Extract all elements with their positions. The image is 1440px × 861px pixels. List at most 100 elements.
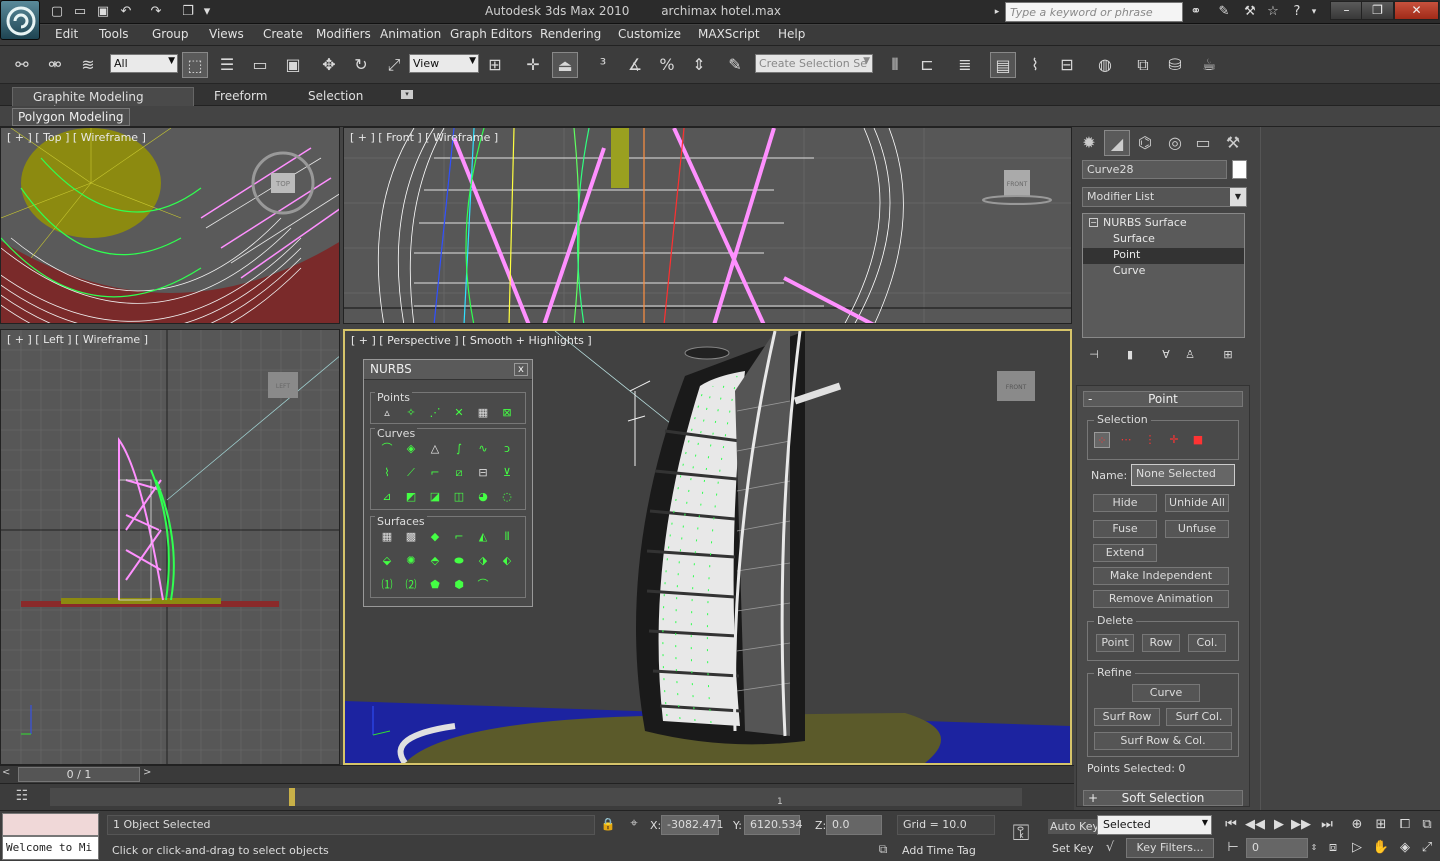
key-filters-button[interactable]: Key Filters...	[1126, 838, 1214, 858]
mirror-icon[interactable]: ⫴	[882, 52, 908, 78]
current-frame-field[interactable]: 0	[1246, 838, 1308, 858]
maximize-button[interactable]: ❐	[1361, 1, 1394, 20]
angle-snap-icon[interactable]: ∡	[622, 52, 648, 78]
tab-freeform[interactable]: Freeform	[194, 87, 287, 106]
bind-space-warp-icon[interactable]: ≋	[75, 52, 101, 78]
create-offset-point-icon[interactable]: ✧	[403, 405, 419, 421]
stack-item-curve[interactable]: Curve	[1083, 264, 1244, 280]
object-color-swatch[interactable]	[1232, 160, 1247, 179]
menu-create[interactable]: Create	[263, 27, 303, 41]
select-and-rotate-icon[interactable]: ↻	[348, 52, 374, 78]
collapse-icon[interactable]: −	[1089, 218, 1098, 227]
create-cv-curve-on-surface-icon[interactable]: ◪	[427, 489, 443, 505]
create-normal-projected-curve-icon[interactable]: ⊿	[379, 489, 395, 505]
create-u-loft-surface-icon[interactable]: ⬗	[475, 553, 491, 569]
create-fit-curve-icon[interactable]: △	[427, 441, 443, 457]
create-multicurve-trimmed-icon[interactable]: ⬢	[451, 577, 467, 593]
create-surface-point-icon[interactable]: ▦	[475, 405, 491, 421]
menu-rendering[interactable]: Rendering	[540, 27, 601, 41]
minimize-button[interactable]: –	[1330, 1, 1363, 20]
select-manipulate-icon[interactable]: ✛	[520, 52, 546, 78]
create-fillet-surface-icon[interactable]: ⌒	[475, 577, 491, 593]
spinner-snap-icon[interactable]: ⇕	[686, 52, 712, 78]
maximize-viewport-icon[interactable]: ⤢	[1416, 838, 1438, 858]
snaps-toggle-icon[interactable]: ³	[590, 52, 616, 78]
create-mirror-surface-icon[interactable]: ⫴	[499, 529, 515, 545]
edit-named-selection-icon[interactable]: ✎	[722, 52, 748, 78]
menu-maxscript[interactable]: MAXScript	[698, 27, 760, 41]
viewport-top-label[interactable]: [ + ] [ Top ] [ Wireframe ]	[7, 131, 146, 144]
zoom-extents-icon[interactable]: ⧠	[1394, 815, 1416, 835]
orbit-icon[interactable]: ◈	[1394, 838, 1416, 858]
create-surface-edge-curve-icon[interactable]: ◌	[499, 489, 515, 505]
viewport-top[interactable]: TOP [ + ] [ Top ] [ Wireframe ]	[0, 127, 340, 324]
pivot-center-icon[interactable]: ⊞	[482, 52, 508, 78]
object-name-input[interactable]: Curve28	[1082, 160, 1227, 179]
point-rollout-header[interactable]: - Point	[1083, 391, 1243, 407]
create-1-rail-sweep-icon[interactable]: ⑴	[379, 577, 395, 593]
hide-button[interactable]: Hide	[1093, 494, 1157, 512]
remove-animation-button[interactable]: Remove Animation	[1093, 590, 1229, 608]
keyboard-shortcut-override-icon[interactable]: ⏏	[552, 52, 578, 78]
absolute-mode-transform-icon[interactable]: ⌖	[625, 816, 643, 834]
hierarchy-panel-tab-icon[interactable]: ⌬	[1132, 130, 1158, 156]
next-frame-icon[interactable]: >	[143, 767, 157, 782]
new-file-icon[interactable]: ▢	[47, 2, 67, 21]
render-setup-icon[interactable]: ⧉	[1130, 52, 1156, 78]
menu-customize[interactable]: Customize	[618, 27, 681, 41]
window-crossing-icon[interactable]: ▣	[280, 52, 306, 78]
lock-selection-icon[interactable]: 🔒	[600, 817, 616, 833]
show-end-result-icon[interactable]: ▮	[1122, 347, 1138, 363]
time-configuration-icon[interactable]: ⧈	[1322, 838, 1344, 858]
play-icon[interactable]: ▶	[1268, 815, 1290, 835]
maxscript-listener-top[interactable]	[2, 813, 99, 836]
unfuse-button[interactable]: Unfuse	[1165, 520, 1229, 538]
add-time-tag-label[interactable]: Add Time Tag	[902, 844, 976, 857]
create-vector-projected-curve-icon[interactable]: ◩	[403, 489, 419, 505]
subscription-icon[interactable]: ⚒	[1240, 2, 1260, 21]
row-of-points-select-icon[interactable]: ⋯	[1118, 432, 1134, 448]
extend-button[interactable]: Extend	[1093, 544, 1157, 562]
create-panel-tab-icon[interactable]: ✹	[1076, 130, 1102, 156]
help-dropdown-icon[interactable]: ▾	[1308, 2, 1320, 21]
fuse-button[interactable]: Fuse	[1093, 520, 1157, 538]
create-point-curve-icon[interactable]: ◈	[403, 441, 419, 457]
create-ruled-surface-icon[interactable]: ⬘	[427, 553, 443, 569]
stack-item-surface[interactable]: Surface	[1083, 232, 1244, 248]
go-to-start-icon[interactable]: ⏮	[1220, 815, 1242, 835]
percent-snap-icon[interactable]: %	[654, 52, 680, 78]
rendered-frame-window-icon[interactable]: ⛁	[1162, 52, 1188, 78]
utilities-panel-tab-icon[interactable]: ⚒	[1220, 130, 1246, 156]
x-coordinate-field[interactable]: -3082.471	[661, 815, 723, 835]
refine-surf-row-button[interactable]: Surf Row	[1094, 708, 1160, 726]
create-2-rail-sweep-icon[interactable]: ⑵	[403, 577, 419, 593]
nurbs-close-button[interactable]: x	[514, 363, 528, 376]
help-icon[interactable]: ?	[1287, 2, 1307, 21]
mini-curve-editor-icon[interactable]: ☷	[12, 788, 32, 806]
project-folder-icon[interactable]: ❐	[178, 2, 198, 21]
create-surface-offset-curve-icon[interactable]: ◕	[475, 489, 491, 505]
create-lathe-surface-icon[interactable]: ✺	[403, 553, 419, 569]
create-surface-curve-point-icon[interactable]: ⊠	[499, 405, 515, 421]
search-input[interactable]: Type a keyword or phrase	[1005, 2, 1183, 22]
create-surface-surface-curve-icon[interactable]: ⧄	[451, 465, 467, 481]
create-offset-curve-icon[interactable]: ↄ	[499, 441, 515, 457]
key-mode-toggle-icon[interactable]: ⊢	[1222, 838, 1244, 858]
pin-stack-icon[interactable]: ⊣	[1086, 347, 1102, 363]
reference-coordinate-dropdown[interactable]: View ▼	[409, 54, 479, 73]
zoom-all-icon[interactable]: ⊞	[1370, 815, 1392, 835]
set-key-button[interactable]: Set Key	[1052, 841, 1094, 856]
select-and-scale-icon[interactable]: ⤢	[381, 52, 407, 78]
close-button[interactable]: ✕	[1394, 1, 1439, 20]
delete-point-button[interactable]: Point	[1096, 634, 1134, 652]
stack-item-nurbs-surface[interactable]: − NURBS Surface	[1083, 216, 1244, 232]
material-editor-icon[interactable]: ◍	[1092, 52, 1118, 78]
binoculars-icon[interactable]: ⚭	[1186, 2, 1206, 21]
row-and-column-select-icon[interactable]: ✛	[1166, 432, 1182, 448]
all-points-select-icon[interactable]: ■	[1190, 432, 1206, 448]
zoom-extents-all-icon[interactable]: ⧉	[1416, 815, 1438, 835]
create-cv-curve-icon[interactable]: ⌒	[379, 441, 395, 457]
quick-access-dropdown-icon[interactable]: ▾	[200, 2, 214, 21]
open-file-icon[interactable]: ▭	[70, 2, 90, 21]
create-chamfer-curve-icon[interactable]: ⟋	[403, 465, 419, 481]
